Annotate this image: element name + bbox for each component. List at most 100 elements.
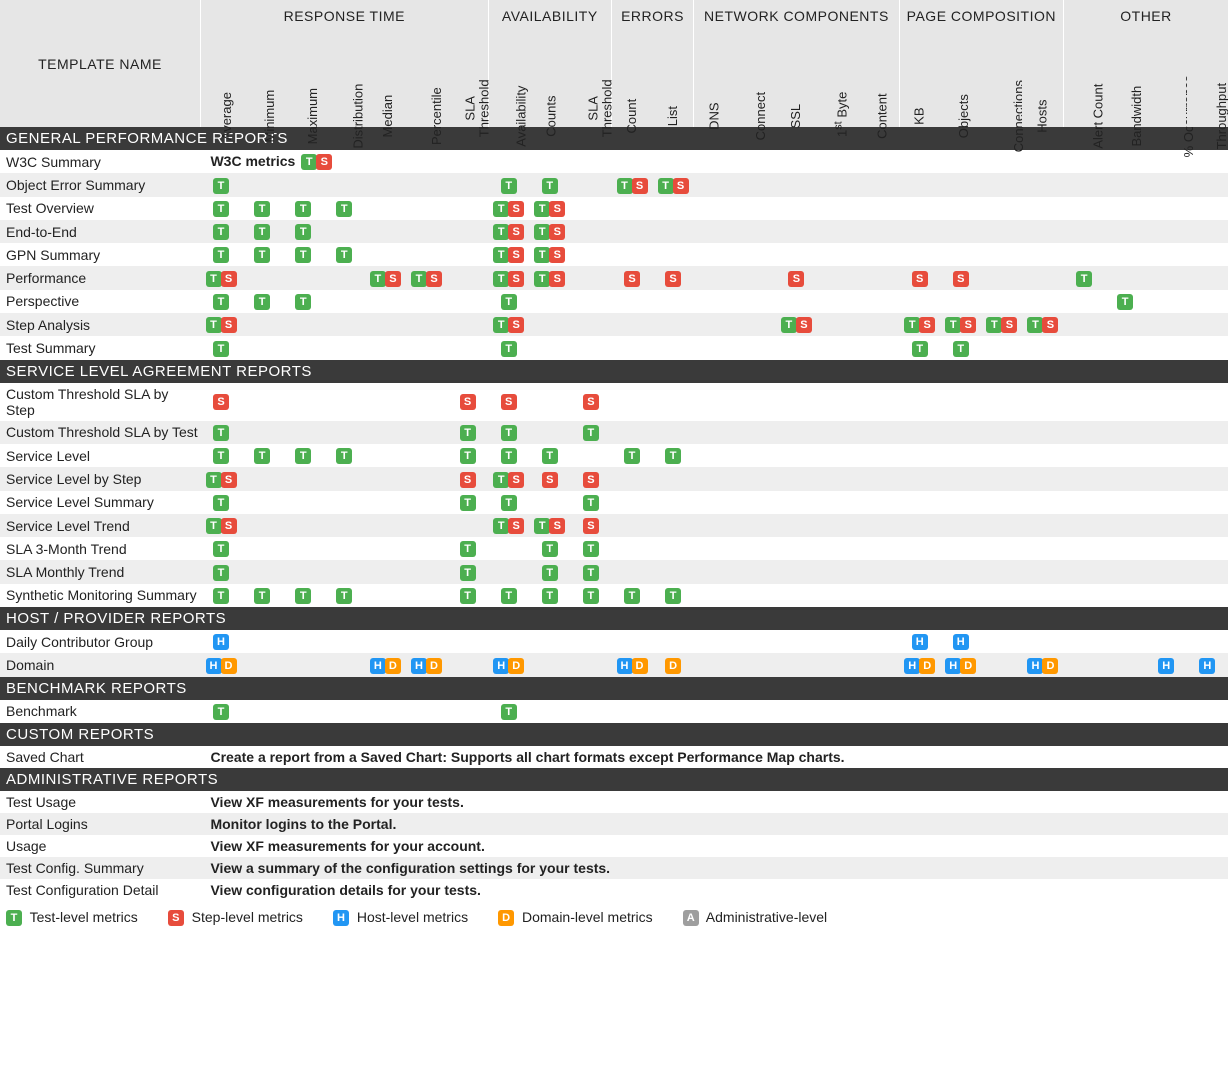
matrix-cell (611, 491, 652, 514)
matrix-cell (776, 243, 817, 266)
matrix-cell (776, 336, 817, 359)
matrix-cell: TS (529, 243, 570, 266)
metric-tag-t: T (617, 178, 633, 194)
matrix-cell (858, 173, 899, 196)
matrix-cell (324, 630, 365, 653)
matrix-cell (242, 313, 283, 336)
matrix-cell (1105, 700, 1146, 723)
metric-tag-t: T (534, 201, 550, 217)
matrix-cell (899, 243, 940, 266)
section-header: CUSTOM REPORTS (0, 723, 1228, 746)
matrix-cell (858, 491, 899, 514)
metric-tag-t: T (213, 448, 229, 464)
matrix-cell (570, 290, 611, 313)
matrix-cell (365, 313, 406, 336)
matrix-cell (529, 491, 570, 514)
metric-tag-t: T (624, 448, 640, 464)
matrix-cell: T (653, 584, 694, 607)
matrix-cell (735, 467, 776, 490)
row-name: Test Overview (0, 197, 200, 220)
metric-tag-d: D (960, 658, 976, 674)
column-header: Alert Count (1064, 32, 1105, 127)
matrix-cell (940, 197, 981, 220)
matrix-cell (735, 630, 776, 653)
metric-tag-t: T (493, 201, 509, 217)
metric-tag-t: T (206, 271, 222, 287)
row-name: Test Config. Summary (0, 857, 200, 879)
matrix-cell (735, 173, 776, 196)
matrix-cell (242, 467, 283, 490)
matrix-cell (817, 313, 858, 336)
matrix-cell: TS (776, 313, 817, 336)
metric-tag-t: T (336, 448, 352, 464)
metric-tag-s: S (508, 224, 524, 240)
matrix-cell: TS (488, 197, 529, 220)
row-name: Custom Threshold SLA by Test (0, 421, 200, 444)
column-header: Throughput (1187, 32, 1228, 127)
matrix-cell: T (324, 584, 365, 607)
matrix-cell (940, 243, 981, 266)
matrix-cell (858, 220, 899, 243)
matrix-cell (858, 560, 899, 583)
matrix-cell (735, 491, 776, 514)
table-row: Test UsageView XF measurements for your … (0, 791, 1228, 813)
row-description: Monitor logins to the Portal. (200, 813, 1228, 835)
matrix-cell (1146, 560, 1187, 583)
table-row: Service LevelTTTTTTTTT (0, 444, 1228, 467)
matrix-cell: T (200, 537, 241, 560)
matrix-cell: T (283, 197, 324, 220)
matrix-cell (611, 467, 652, 490)
matrix-cell: T (200, 220, 241, 243)
matrix-cell: HD (940, 653, 981, 676)
metric-tag-s: S (583, 394, 599, 410)
matrix-cell (447, 336, 488, 359)
column-header: KB (899, 32, 940, 127)
metric-tag-t: T (295, 224, 311, 240)
metric-tag-s: S (542, 472, 558, 488)
matrix-cell (1064, 290, 1105, 313)
metric-tag-d: D (508, 658, 524, 674)
column-header: Maximum (283, 32, 324, 127)
matrix-cell (776, 653, 817, 676)
matrix-cell (899, 383, 940, 421)
matrix-cell (653, 467, 694, 490)
matrix-cell: H (940, 630, 981, 653)
metric-tag-t: T (460, 565, 476, 581)
matrix-cell (694, 444, 735, 467)
matrix-cell (735, 537, 776, 560)
matrix-cell (447, 197, 488, 220)
metric-tag-t: T (1076, 271, 1092, 287)
matrix-cell: TS (529, 514, 570, 537)
metric-tag-h: H (411, 658, 427, 674)
metric-tag-s: S (508, 271, 524, 287)
matrix-cell (1022, 290, 1063, 313)
matrix-cell (447, 220, 488, 243)
matrix-cell: T (200, 700, 241, 723)
matrix-cell (940, 444, 981, 467)
matrix-cell (817, 653, 858, 676)
metric-tag-t: T (213, 704, 229, 720)
matrix-cell: T (488, 584, 529, 607)
matrix-cell (283, 313, 324, 336)
matrix-cell: T (488, 444, 529, 467)
matrix-cell (694, 700, 735, 723)
metric-tag-s: S (912, 271, 928, 287)
matrix-cell (365, 467, 406, 490)
matrix-cell (406, 584, 447, 607)
matrix-cell (1146, 700, 1187, 723)
matrix-cell (283, 653, 324, 676)
metric-tag-t: T (904, 317, 920, 333)
metric-tag-h: H (213, 634, 229, 650)
metric-tag-h: H (333, 910, 349, 926)
matrix-cell (1022, 383, 1063, 421)
row-name: Test Configuration Detail (0, 879, 200, 901)
matrix-cell (529, 421, 570, 444)
metric-tag-t: T (501, 425, 517, 441)
column-header: SSL (776, 32, 817, 127)
matrix-cell (1187, 421, 1228, 444)
matrix-cell (981, 173, 1022, 196)
matrix-cell (1146, 383, 1187, 421)
matrix-cell (940, 700, 981, 723)
matrix-cell (776, 537, 817, 560)
matrix-cell (1146, 584, 1187, 607)
